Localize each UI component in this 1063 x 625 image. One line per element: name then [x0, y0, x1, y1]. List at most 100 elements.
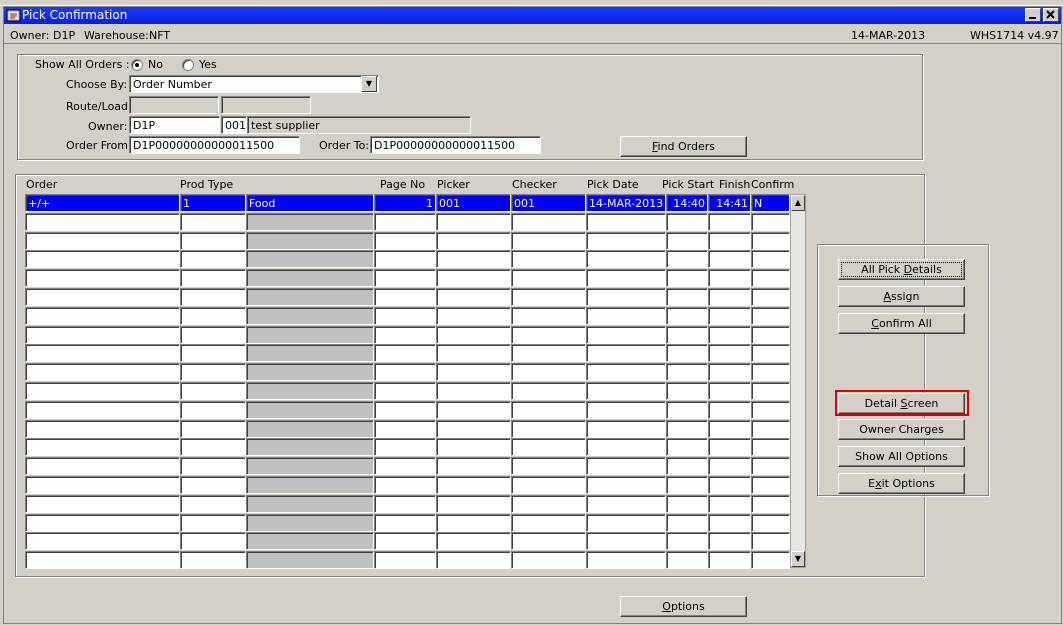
grid-cell[interactable]: [751, 457, 790, 475]
grid-cell[interactable]: [666, 326, 708, 344]
grid-cell[interactable]: [751, 420, 790, 438]
cell-checker[interactable]: 001: [511, 194, 586, 212]
grid-cell[interactable]: [586, 420, 666, 438]
grid-cell[interactable]: [246, 551, 374, 569]
grid-cell[interactable]: [374, 307, 436, 325]
grid-cell[interactable]: [511, 514, 586, 532]
grid-cell[interactable]: [180, 382, 246, 400]
detail-screen-button[interactable]: Detail Screen: [838, 393, 965, 414]
grid-cell[interactable]: [180, 307, 246, 325]
grid-cell[interactable]: [511, 250, 586, 268]
grid-cell[interactable]: [436, 326, 511, 344]
grid-cell[interactable]: [25, 551, 180, 569]
grid-cell[interactable]: [586, 401, 666, 419]
grid-cell[interactable]: [586, 288, 666, 306]
grid-cell[interactable]: [708, 457, 751, 475]
grid-cell[interactable]: [708, 514, 751, 532]
grid-cell[interactable]: [511, 344, 586, 362]
grid-cell[interactable]: [25, 344, 180, 362]
grid-cell[interactable]: [436, 232, 511, 250]
grid-cell[interactable]: [511, 457, 586, 475]
choose-by-select[interactable]: Order Number: [129, 75, 379, 93]
grid-cell[interactable]: [511, 363, 586, 381]
route-load-field-1[interactable]: [129, 96, 219, 114]
grid-cell[interactable]: [246, 382, 374, 400]
grid-cell[interactable]: [246, 532, 374, 550]
grid-cell[interactable]: [666, 420, 708, 438]
grid-cell[interactable]: [436, 532, 511, 550]
grid-cell[interactable]: [25, 382, 180, 400]
grid-cell[interactable]: [511, 476, 586, 494]
radio-no-label[interactable]: No: [148, 58, 163, 71]
order-to-field[interactable]: D1P00000000000011500: [370, 136, 541, 154]
grid-cell[interactable]: [708, 213, 751, 231]
grid-cell[interactable]: [436, 363, 511, 381]
grid-cell[interactable]: [511, 401, 586, 419]
grid-cell[interactable]: [586, 476, 666, 494]
scroll-up-icon[interactable]: ▲: [791, 195, 805, 211]
grid-cell[interactable]: [511, 382, 586, 400]
grid-cell[interactable]: [708, 532, 751, 550]
grid-cell[interactable]: [436, 401, 511, 419]
grid-cell[interactable]: [246, 213, 374, 231]
grid-cell[interactable]: [436, 514, 511, 532]
chevron-down-icon[interactable]: ▼: [361, 76, 377, 92]
cell-order[interactable]: +/+: [25, 194, 180, 212]
close-icon[interactable]: [1043, 8, 1059, 22]
grid-cell[interactable]: [436, 476, 511, 494]
grid-cell[interactable]: [511, 326, 586, 344]
grid-cell[interactable]: [374, 288, 436, 306]
grid-cell[interactable]: [708, 288, 751, 306]
grid-cell[interactable]: [751, 495, 790, 513]
grid-cell[interactable]: [751, 269, 790, 287]
grid-cell[interactable]: [25, 495, 180, 513]
grid-scrollbar[interactable]: ▲ ▼: [790, 194, 806, 568]
grid-cell[interactable]: [666, 532, 708, 550]
grid-cell[interactable]: [180, 532, 246, 550]
grid-cell[interactable]: [180, 232, 246, 250]
grid-cell[interactable]: [374, 532, 436, 550]
grid-cell[interactable]: [374, 326, 436, 344]
grid-cell[interactable]: [586, 514, 666, 532]
minimize-icon[interactable]: [1025, 8, 1041, 22]
grid-cell[interactable]: [751, 288, 790, 306]
grid-cell[interactable]: [374, 514, 436, 532]
grid-cell[interactable]: [751, 532, 790, 550]
grid-cell[interactable]: [246, 344, 374, 362]
grid-cell[interactable]: [246, 269, 374, 287]
grid-cell[interactable]: [25, 532, 180, 550]
cell-confirm[interactable]: N: [751, 194, 790, 212]
grid-cell[interactable]: [708, 326, 751, 344]
grid-cell[interactable]: [25, 232, 180, 250]
show-all-options-button[interactable]: Show All Options: [838, 446, 965, 467]
grid-cell[interactable]: [751, 232, 790, 250]
grid-cell[interactable]: [666, 363, 708, 381]
grid-cell[interactable]: [436, 495, 511, 513]
grid-cell[interactable]: [586, 382, 666, 400]
grid-cell[interactable]: [586, 232, 666, 250]
grid-cell[interactable]: [374, 457, 436, 475]
cell-prod-type[interactable]: 1: [180, 194, 246, 212]
grid-cell[interactable]: [511, 495, 586, 513]
grid-cell[interactable]: [180, 250, 246, 268]
grid-cell[interactable]: [246, 438, 374, 456]
grid-cell[interactable]: [666, 269, 708, 287]
grid-cell[interactable]: [25, 401, 180, 419]
grid-cell[interactable]: [25, 269, 180, 287]
grid-cell[interactable]: [180, 551, 246, 569]
grid-cell[interactable]: [586, 269, 666, 287]
grid-cell[interactable]: [25, 307, 180, 325]
grid-cell[interactable]: [374, 250, 436, 268]
grid-cell[interactable]: [246, 307, 374, 325]
grid-cell[interactable]: [586, 532, 666, 550]
grid-cell[interactable]: [586, 250, 666, 268]
grid-cell[interactable]: [708, 420, 751, 438]
grid-cell[interactable]: [751, 213, 790, 231]
grid-cell[interactable]: [436, 420, 511, 438]
grid-cell[interactable]: [586, 344, 666, 362]
grid-cell[interactable]: [25, 420, 180, 438]
scroll-down-icon[interactable]: ▼: [791, 551, 805, 567]
grid-cell[interactable]: [666, 457, 708, 475]
radio-no[interactable]: [131, 59, 143, 71]
grid-cell[interactable]: [246, 420, 374, 438]
